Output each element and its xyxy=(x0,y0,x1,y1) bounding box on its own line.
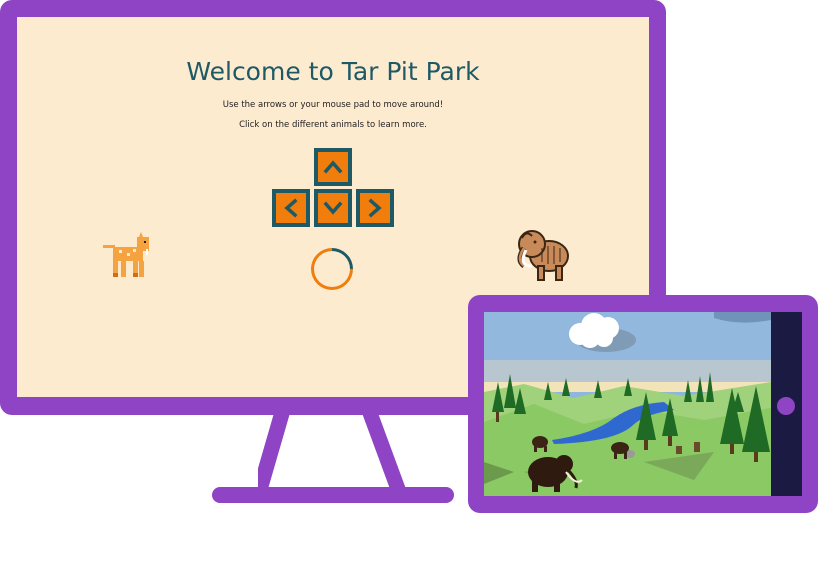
arrow-up-button[interactable] xyxy=(314,148,352,186)
tablet-home-button[interactable] xyxy=(777,397,795,415)
chevron-right-icon xyxy=(368,198,382,218)
sabertooth-cat-icon[interactable] xyxy=(95,227,155,282)
chevron-left-icon xyxy=(284,198,298,218)
loading-spinner xyxy=(302,239,362,299)
tablet-device xyxy=(468,295,818,513)
arrow-right-button[interactable] xyxy=(356,189,394,227)
monitor-stand xyxy=(258,413,406,489)
instruction-move: Use the arrows or your mouse pad to move… xyxy=(222,100,444,110)
chevron-down-icon xyxy=(323,201,343,215)
monitor-base xyxy=(212,487,454,503)
mammoth-icon[interactable] xyxy=(512,226,572,284)
instruction-animals: Click on the different animals to learn … xyxy=(239,120,427,130)
tablet-screen[interactable] xyxy=(484,312,771,496)
arrow-down-button[interactable] xyxy=(314,189,352,227)
page-title: Welcome to Tar Pit Park xyxy=(186,57,480,86)
chevron-up-icon xyxy=(323,160,343,174)
arrow-left-button[interactable] xyxy=(272,189,310,227)
park-scene xyxy=(484,312,771,496)
